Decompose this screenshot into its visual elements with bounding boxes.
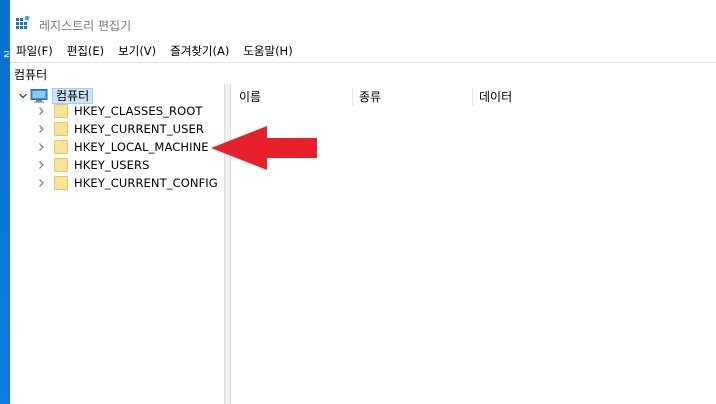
tree-item-label: HKEY_CURRENT_CONFIG (74, 176, 218, 190)
chevron-right-icon[interactable] (36, 178, 46, 188)
tree-item-label: HKEY_USERS (74, 158, 150, 172)
tree-item-label: HKEY_LOCAL_MACHINE (74, 140, 209, 154)
column-header-data[interactable]: 데이터 (473, 88, 716, 106)
folder-icon (54, 158, 68, 172)
folder-icon (54, 122, 68, 136)
menu-file[interactable]: 파일(F) (10, 41, 60, 61)
title-bar[interactable]: 레지스트리 편집기 (10, 0, 716, 40)
menu-help[interactable]: 도움말(H) (236, 41, 299, 61)
tree-item-hkey-classes-root[interactable]: HKEY_CLASSES_ROOT (36, 102, 203, 120)
key-tree-pane[interactable]: 컴퓨터 HKEY_CLASSES_ROOT HKEY_CURRENT_USER (10, 84, 224, 404)
chevron-right-icon[interactable] (36, 142, 46, 152)
computer-icon (30, 89, 48, 103)
tree-item-hkey-current-config[interactable]: HKEY_CURRENT_CONFIG (36, 174, 218, 192)
chevron-right-icon[interactable] (36, 124, 46, 134)
menu-view[interactable]: 보기(V) (111, 41, 163, 61)
chevron-down-icon[interactable] (18, 91, 28, 101)
tree-item-label: HKEY_CURRENT_USER (74, 122, 204, 136)
menu-favorites[interactable]: 즐겨찾기(A) (163, 41, 236, 61)
folder-icon (54, 104, 68, 118)
address-bar[interactable]: 컴퓨터 (10, 62, 716, 85)
chevron-right-icon[interactable] (36, 160, 46, 170)
chevron-right-icon[interactable] (36, 106, 46, 116)
red-arrow-annotation-icon (211, 126, 317, 170)
tree-item-hkey-current-user[interactable]: HKEY_CURRENT_USER (36, 120, 204, 138)
window-title: 레지스트리 편집기 (39, 19, 132, 33)
menu-edit[interactable]: 편집(E) (60, 41, 111, 61)
tree-item-hkey-local-machine[interactable]: HKEY_LOCAL_MACHINE (36, 138, 209, 156)
column-header-type[interactable]: 종류 (353, 88, 473, 106)
tree-item-label: HKEY_CLASSES_ROOT (74, 104, 203, 118)
menu-bar: 파일(F) 편집(E) 보기(V) 즐겨찾기(A) 도움말(H) (10, 41, 716, 61)
folder-icon (54, 140, 68, 154)
registry-editor-icon (16, 16, 30, 29)
folder-icon (54, 176, 68, 190)
desktop-background: N (0, 0, 14, 404)
registry-editor-window: 레지스트리 편집기 파일(F) 편집(E) 보기(V) 즐겨찾기(A) 도움말(… (9, 0, 716, 404)
column-header-name[interactable]: 이름 (233, 88, 353, 106)
tree-item-hkey-users[interactable]: HKEY_USERS (36, 156, 150, 174)
address-path[interactable]: 컴퓨터 (14, 66, 47, 83)
